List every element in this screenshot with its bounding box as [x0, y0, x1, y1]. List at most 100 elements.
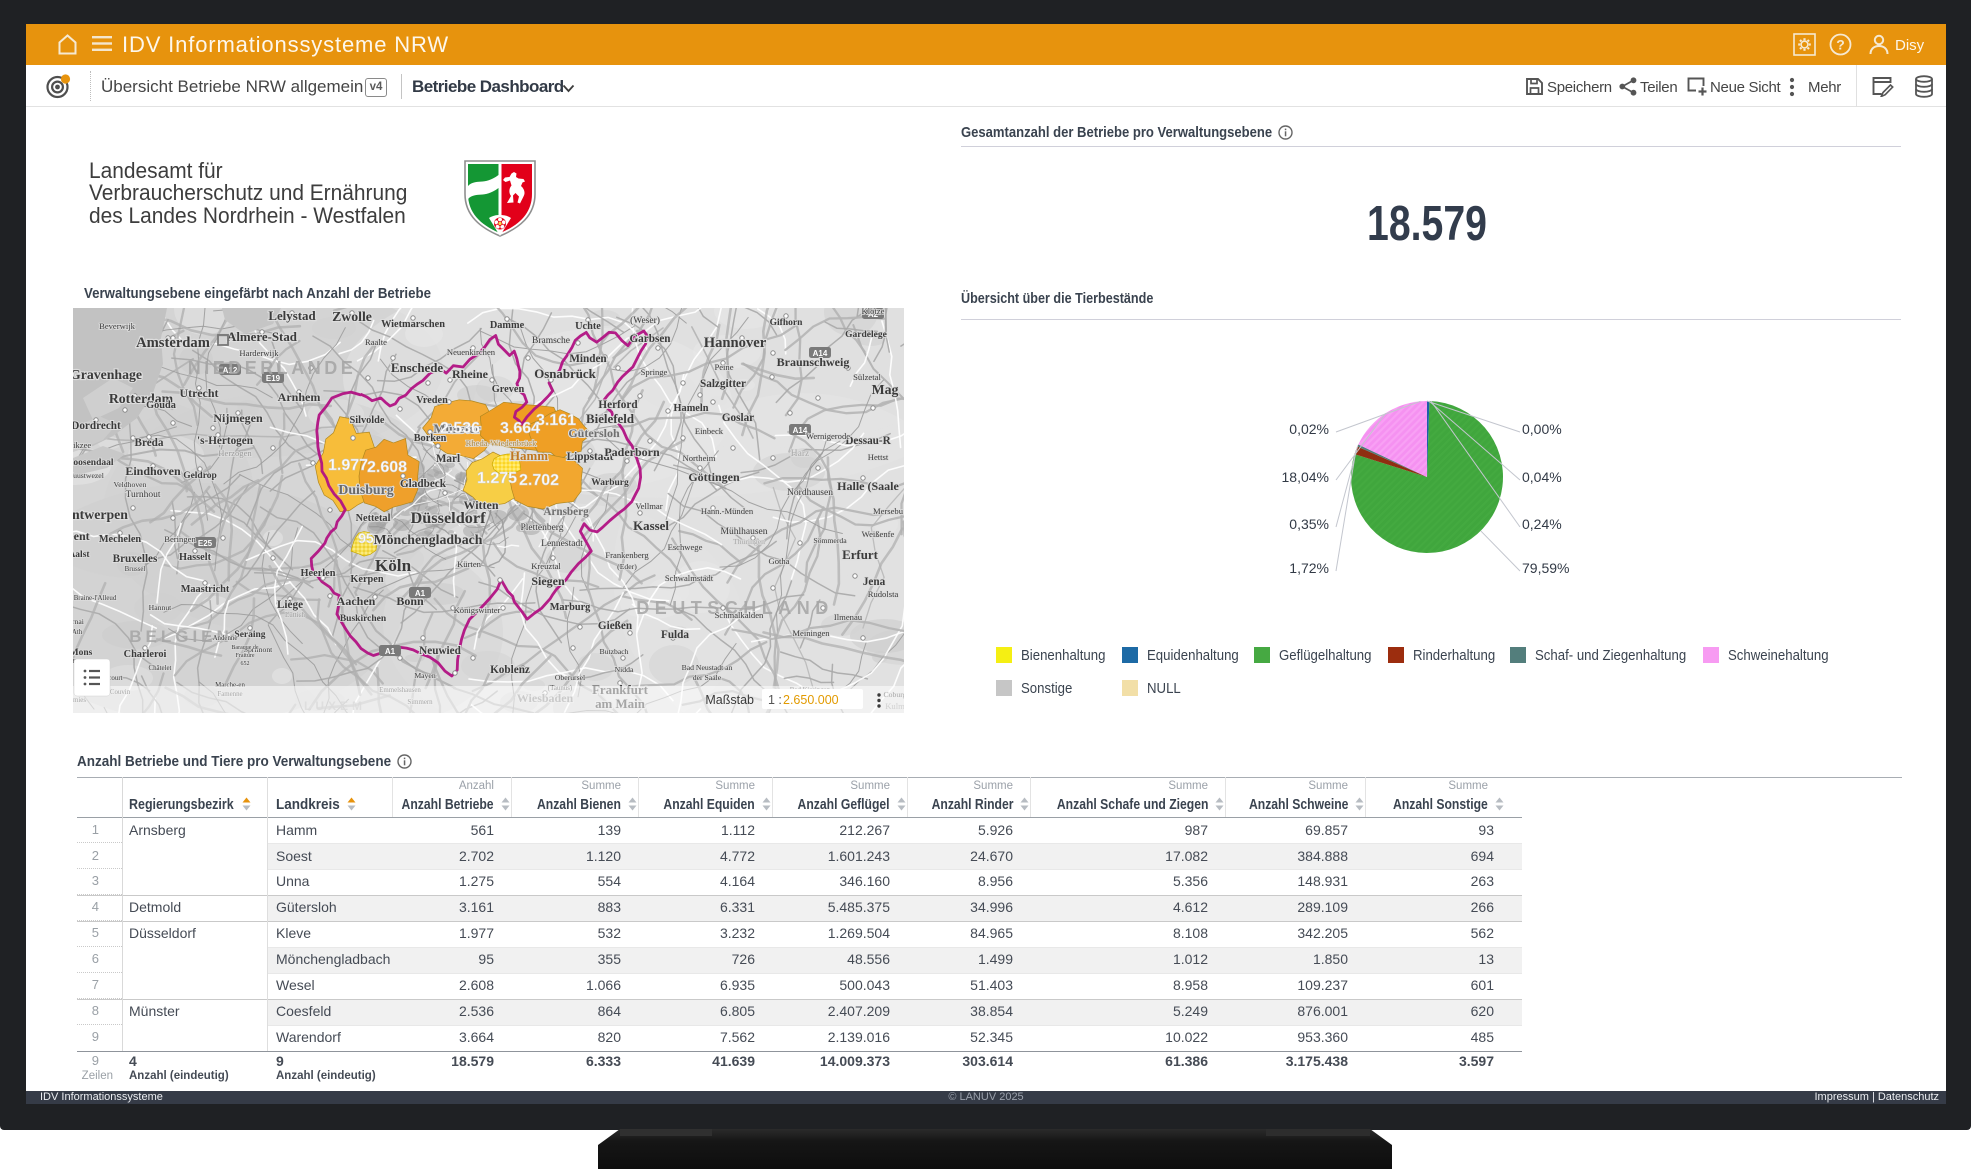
svg-text:Herzogen: Herzogen [218, 448, 252, 458]
svg-text:3.161: 3.161 [536, 412, 576, 429]
svg-text:Fulda: Fulda [661, 629, 689, 641]
svg-text:Bonn: Bonn [396, 594, 424, 608]
svg-text:Neuenkirchen: Neuenkirchen [447, 347, 496, 357]
svg-text:Mechelen: Mechelen [99, 534, 142, 545]
svg-text:0,00%: 0,00% [1522, 421, 1562, 437]
svg-text:Meiningen: Meiningen [792, 628, 830, 638]
svg-text:Kürten: Kürten [457, 559, 482, 569]
svg-text:Schmalkalden: Schmalkalden [715, 610, 764, 620]
svg-text:Hamm: Hamm [510, 449, 548, 463]
svg-text:Gießen: Gießen [598, 620, 633, 632]
svg-text:2.608: 2.608 [367, 459, 407, 476]
svg-text:Aalst: Aalst [73, 550, 90, 560]
svg-text:Dordrecht: Dordrecht [73, 420, 121, 432]
svg-text:Rheda-Wiedenbrück: Rheda-Wiedenbrück [466, 438, 537, 448]
svg-text:Jena: Jena [863, 576, 886, 588]
svg-text:Butzbach: Butzbach [599, 647, 628, 656]
svg-text:Köln: Köln [375, 556, 412, 575]
svg-text:Vellmar: Vellmar [635, 501, 662, 511]
svg-text:Liège: Liège [277, 599, 303, 611]
svg-text:Roosendaal: Roosendaal [73, 458, 114, 468]
svg-text:Koblenz: Koblenz [490, 664, 530, 676]
svg-text:2.650.000: 2.650.000 [783, 693, 839, 707]
svg-text:Arnsberg: Arnsberg [543, 506, 589, 518]
svg-text:Maastricht: Maastricht [181, 584, 230, 595]
svg-text:Schwalmstadt: Schwalmstadt [665, 573, 714, 583]
svg-text:Lüttich: Lüttich [285, 612, 305, 619]
svg-text:Göttingen: Göttingen [688, 470, 740, 484]
svg-text:Oberursel: Oberursel [555, 673, 585, 682]
svg-text:2.536: 2.536 [440, 420, 480, 437]
svg-text:Wernigerode: Wernigerode [806, 431, 850, 441]
svg-text:1 :: 1 : [768, 693, 782, 707]
svg-text:Gütersloh: Gütersloh [568, 426, 620, 440]
svg-text:Ath: Ath [73, 629, 83, 636]
svg-text:0,04%: 0,04% [1522, 469, 1562, 485]
svg-text:3.664: 3.664 [500, 420, 540, 437]
svg-text:Einbeck: Einbeck [695, 426, 724, 436]
svg-text:Beverwijk: Beverwijk [99, 321, 136, 331]
svg-text:Goslar: Goslar [722, 412, 754, 424]
svg-text:0,24%: 0,24% [1522, 516, 1562, 532]
svg-text:journai: journai [73, 617, 84, 626]
svg-text:Gouda: Gouda [146, 400, 176, 411]
svg-text:Almere-Stad: Almere-Stad [227, 330, 298, 344]
svg-text:Herford: Herford [598, 399, 638, 411]
svg-text:Neuwied: Neuwied [419, 645, 461, 657]
svg-text:95: 95 [358, 530, 374, 546]
svg-text:Halle (Saale: Halle (Saale [837, 479, 899, 493]
svg-text:0,35%: 0,35% [1289, 516, 1329, 532]
svg-text:Maßstab: Maßstab [705, 693, 754, 707]
svg-text:der Saale: der Saale [693, 673, 722, 682]
svg-text:18,04%: 18,04% [1282, 469, 1329, 485]
svg-text:Frankenberg: Frankenberg [605, 550, 649, 560]
svg-text:(Weser): (Weser) [630, 315, 660, 326]
svg-text:Silvolde: Silvolde [350, 415, 385, 426]
svg-text:Amsterdam: Amsterdam [136, 335, 210, 351]
svg-text:Andenne: Andenne [213, 635, 238, 642]
svg-text:Mühlhausen: Mühlhausen [721, 527, 768, 537]
svg-text:Hannut: Hannut [149, 603, 172, 612]
svg-text:(Eder): (Eder) [617, 562, 637, 571]
svg-text:Hann.-Münden: Hann.-Münden [701, 506, 754, 516]
svg-text:Mönchengladbach: Mönchengladbach [374, 532, 483, 547]
svg-text:Bad Neustadt an: Bad Neustadt an [682, 663, 733, 672]
svg-text:Baraque de: Baraque de [231, 645, 258, 651]
svg-text:Northeim: Northeim [683, 453, 716, 463]
svg-text:Eindhoven: Eindhoven [125, 464, 181, 478]
svg-text:Lennestadt: Lennestadt [541, 539, 583, 549]
svg-text:A1: A1 [385, 647, 396, 656]
svg-text:Eschwege: Eschwege [668, 542, 703, 552]
svg-text:Plettenberg: Plettenberg [520, 523, 563, 533]
svg-text:Hasselt: Hasselt [179, 552, 212, 563]
svg-text:Wuustwezel: Wuustwezel [73, 471, 104, 480]
svg-text:Mons: Mons [73, 648, 93, 658]
svg-text:Nijmegen: Nijmegen [213, 411, 263, 425]
svg-text:Châtelet: Châtelet [149, 665, 172, 672]
svg-text:Salzgitter: Salzgitter [700, 378, 746, 390]
svg-text:Gotha: Gotha [768, 556, 789, 566]
svg-text:Thüringen: Thüringen [733, 537, 765, 546]
svg-text:Kreuztal: Kreuztal [531, 561, 561, 571]
svg-text:Peine: Peine [714, 362, 733, 372]
svg-text:Hameln: Hameln [674, 403, 709, 414]
svg-text:Fraiture: Fraiture [236, 653, 255, 659]
svg-text:Seraing: Seraing [234, 630, 265, 640]
svg-text:Veldhoven: Veldhoven [114, 480, 147, 489]
svg-text:Garbsen: Garbsen [629, 333, 671, 345]
svg-text:Heerlen: Heerlen [301, 568, 336, 579]
svg-text:Kerpen: Kerpen [350, 574, 383, 585]
svg-text:Braine-l'Alleud: Braine-l'Alleud [74, 595, 117, 602]
svg-text:Vreden: Vreden [416, 395, 448, 406]
svg-text:Zwolle: Zwolle [332, 309, 372, 324]
svg-text:Arnhem: Arnhem [278, 390, 321, 404]
svg-text:Erfurt: Erfurt [842, 548, 879, 562]
svg-text:Bruxelles: Bruxelles [113, 553, 158, 565]
svg-text:Greven: Greven [492, 384, 525, 395]
svg-text:Raalte: Raalte [365, 337, 387, 347]
svg-text:Aachen: Aachen [337, 594, 376, 608]
svg-text:Gardelege: Gardelege [845, 330, 887, 340]
svg-text:0,02%: 0,02% [1289, 421, 1329, 437]
svg-text:Duisburg: Duisburg [338, 482, 393, 497]
svg-text:Charleroi: Charleroi [124, 649, 167, 660]
